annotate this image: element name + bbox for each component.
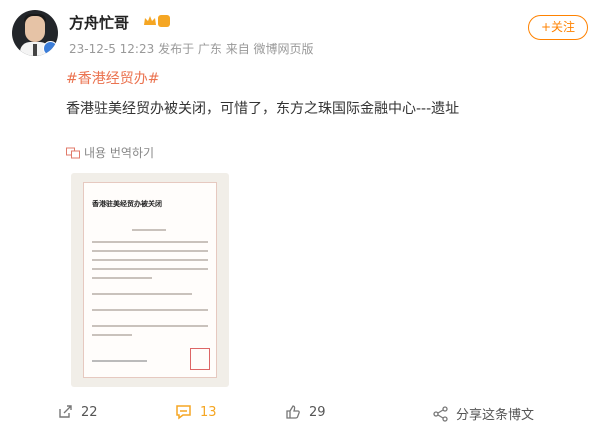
- comment-count: 13: [200, 404, 217, 420]
- translate-label: 내용 번역하기: [84, 146, 155, 160]
- hashtag-link[interactable]: #香港经贸办#: [66, 68, 586, 88]
- post-actions: 22 13 29 分享这条博文: [0, 398, 600, 428]
- document-seal: [190, 348, 210, 370]
- user-name[interactable]: 方舟忙哥: [69, 12, 129, 33]
- crown-icon: [144, 16, 156, 25]
- post-location: 发布于 广东: [158, 42, 222, 56]
- document-date: [92, 360, 147, 362]
- share-label: 分享这条博文: [456, 408, 535, 423]
- translate-icon: [66, 147, 80, 158]
- like-count: 29: [309, 404, 326, 420]
- follow-button[interactable]: +关注: [528, 15, 588, 40]
- translate-button[interactable]: 내용 번역하기: [66, 144, 154, 161]
- post-source: 来自 微博网页版: [225, 42, 314, 56]
- repost-button[interactable]: 22: [57, 404, 98, 420]
- share-button[interactable]: 分享这条博文: [433, 404, 534, 423]
- post-time[interactable]: 23-12-5 12:23: [69, 42, 154, 56]
- verified-badge-icon: [43, 41, 58, 56]
- like-icon: [286, 405, 300, 419]
- post-content: #香港经贸办# 香港驻美经贸办被关闭，可惜了，东方之珠国际金融中心---遗址: [66, 68, 586, 122]
- document-title: 香港驻美经贸办被关闭: [92, 200, 162, 208]
- post-header: 方舟忙哥 23-12-5 12:23 发布于 广东 来自 微博网页版 +关注: [0, 0, 600, 64]
- document-paper: 香港驻美经贸办被关闭: [83, 182, 217, 378]
- user-avatar[interactable]: [12, 10, 58, 56]
- avatar-tie: [33, 44, 37, 56]
- repost-count: 22: [81, 404, 98, 420]
- share-icon: [433, 405, 448, 422]
- repost-icon: [59, 405, 72, 418]
- post-meta: 23-12-5 12:23 发布于 广东 来自 微博网页版: [69, 40, 314, 57]
- avatar-face: [25, 16, 45, 42]
- post-text: 香港驻美经贸办被关闭，可惜了，东方之珠国际金融中心---遗址: [66, 101, 460, 117]
- comment-button[interactable]: 13: [175, 404, 217, 420]
- post-image[interactable]: 香港驻美经贸办被关闭: [71, 173, 229, 387]
- comment-icon: [176, 405, 191, 420]
- level-badge-icon: [158, 15, 170, 27]
- like-button[interactable]: 29: [285, 404, 326, 420]
